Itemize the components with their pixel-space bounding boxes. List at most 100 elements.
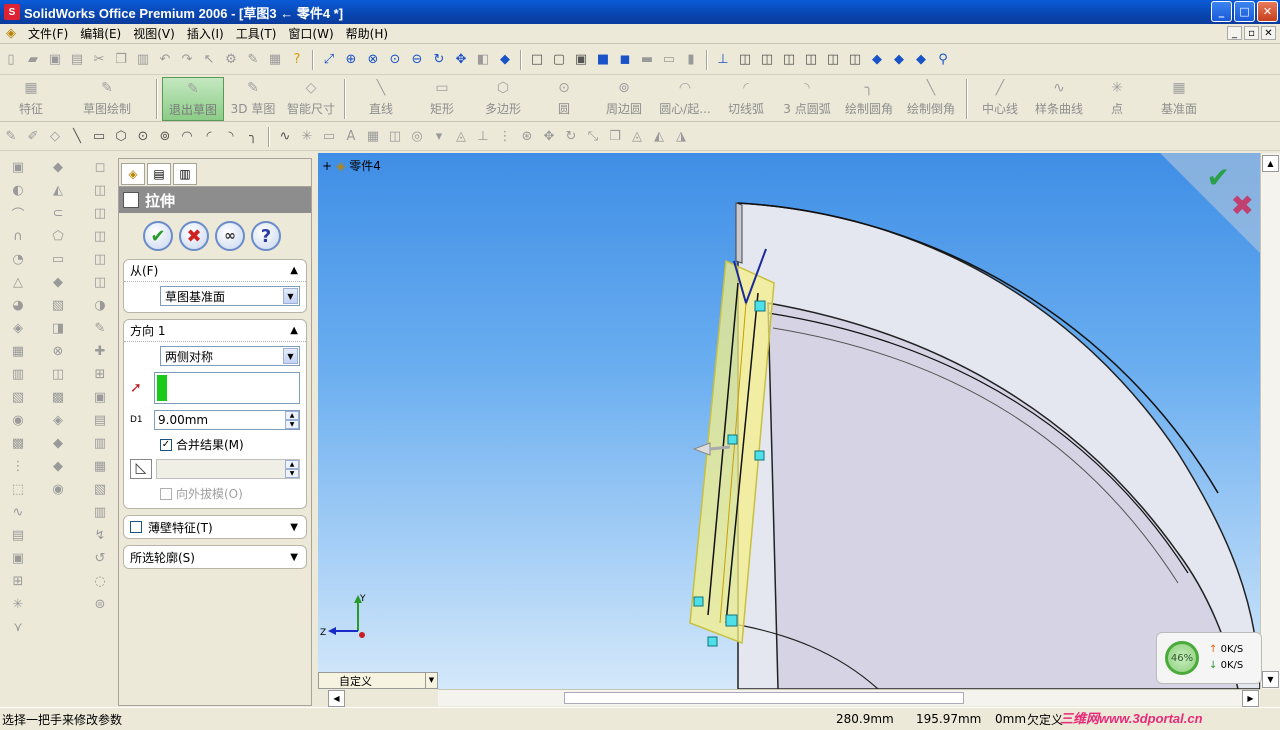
line-icon[interactable]: ╲ <box>68 128 86 146</box>
axis-tool-icon[interactable]: ◫ <box>91 182 109 200</box>
cut-extrude-icon[interactable]: ◆ <box>49 159 67 177</box>
exit-sketch-button[interactable]: ✎ 退出草图 <box>162 76 224 121</box>
split-icon[interactable]: ⊜ <box>91 596 109 614</box>
text-icon[interactable]: A <box>342 128 360 146</box>
zoom-area-icon[interactable]: ⊕ <box>342 51 360 69</box>
torus-icon[interactable]: ◑ <box>91 297 109 315</box>
curvature-icon[interactable]: ▧ <box>91 481 109 499</box>
tangent-arc-button[interactable]: ◜ 切线弧 <box>716 77 776 121</box>
circle-icon[interactable]: ⊙ <box>134 128 152 146</box>
3point-arc-icon[interactable]: ◝ <box>222 128 240 146</box>
tangent-arc-icon[interactable]: ◜ <box>200 128 218 146</box>
shaded-with-edges-icon[interactable]: ■ <box>594 51 612 69</box>
menu-insert[interactable]: 插入(I) <box>181 25 230 42</box>
perimeter-circle-icon[interactable]: ⊚ <box>156 128 174 146</box>
cancel-button[interactable]: ✖ <box>179 221 209 251</box>
doc-restore-button[interactable]: ▫ <box>1244 26 1259 40</box>
cylinder-icon[interactable]: ◫ <box>91 274 109 292</box>
scroll-right-icon[interactable]: ▶ <box>1242 690 1259 707</box>
draft-icon[interactable]: ▧ <box>9 389 27 407</box>
spline-button[interactable]: ∿ 样条曲线 <box>1028 77 1090 121</box>
scroll-up-icon[interactable]: ▲ <box>1262 155 1279 172</box>
cut-revolve-icon[interactable]: ◭ <box>49 182 67 200</box>
sketch-fillet-button[interactable]: ╮ 绘制圆角 <box>838 77 900 121</box>
mirror-icon[interactable]: ◫ <box>386 128 404 146</box>
zoom-in-out-icon[interactable]: ⊗ <box>364 51 382 69</box>
circle-button[interactable]: ⊙ 圆 <box>534 77 594 121</box>
menu-tools[interactable]: 工具(T) <box>230 25 283 42</box>
scale-icon[interactable]: ⤡ <box>584 128 602 146</box>
plane-tool-icon[interactable]: ◻ <box>91 159 109 177</box>
menu-view[interactable]: 视图(V) <box>127 25 181 42</box>
draft-analysis-icon[interactable]: ↯ <box>91 527 109 545</box>
doc-minimize-button[interactable]: _ <box>1227 26 1242 40</box>
body-move-icon[interactable]: ▩ <box>49 389 67 407</box>
open-file-icon[interactable]: ▰ <box>24 51 42 69</box>
rotate-icon[interactable]: ↻ <box>430 51 448 69</box>
fill-pattern-icon[interactable]: ◉ <box>49 481 67 499</box>
hidden-lines-visible-icon[interactable]: ▢ <box>550 51 568 69</box>
indent-icon[interactable]: ◨ <box>49 320 67 338</box>
graphics-viewport[interactable]: + ◈ 零件4 ✔ ✖ Y Z <box>318 153 1260 689</box>
sketch-tab[interactable]: ✎ 草图绘制 <box>62 77 152 121</box>
dimetric-icon[interactable]: ◆ <box>912 51 930 69</box>
sweep-icon[interactable]: ⌒ <box>9 205 27 223</box>
sketch-chamfer-button[interactable]: ╲ 绘制倒角 <box>900 77 962 121</box>
mass-properties-icon[interactable]: ▣ <box>91 389 109 407</box>
close-button[interactable]: ✕ <box>1257 1 1278 22</box>
maximize-button[interactable]: □ <box>1234 1 1255 22</box>
cut-icon[interactable]: ✂ <box>90 51 108 69</box>
paste-icon[interactable]: ▥ <box>134 51 152 69</box>
view-orientation-select[interactable]: 自定义 ▼ <box>318 672 438 689</box>
scroll-thumb[interactable] <box>564 692 964 704</box>
top-view-icon[interactable]: ◫ <box>824 51 842 69</box>
link-views-icon[interactable]: ⚲ <box>934 51 952 69</box>
view-icon[interactable]: ◧ <box>474 51 492 69</box>
3d-sketch-button[interactable]: ✎ 3D 草图 <box>224 77 282 121</box>
shaded-icon[interactable]: ◼ <box>616 51 634 69</box>
smart-dimension-button[interactable]: ◇ 智能尺寸 <box>282 77 340 121</box>
perimeter-circle-button[interactable]: ⊚ 周边圆 <box>594 77 654 121</box>
normal-to-icon[interactable]: ⊥ <box>714 51 732 69</box>
check-icon[interactable]: ▤ <box>91 412 109 430</box>
zoom-selection-icon[interactable]: ⊙ <box>386 51 404 69</box>
reference-geometry-icon[interactable]: ▤ <box>9 527 27 545</box>
trimetric-icon[interactable]: ◆ <box>890 51 908 69</box>
zebra-icon[interactable]: ▥ <box>91 504 109 522</box>
spline-icon[interactable]: ∿ <box>276 128 294 146</box>
parting-icon[interactable]: ◌ <box>91 573 109 591</box>
linear-pattern-icon[interactable]: ⋮ <box>496 128 514 146</box>
cube-icon[interactable]: ◫ <box>91 251 109 269</box>
menu-help[interactable]: 帮助(H) <box>340 25 394 42</box>
move-icon[interactable]: ✥ <box>540 128 558 146</box>
sheet-metal-icon[interactable]: ◈ <box>49 412 67 430</box>
sketch-icon[interactable]: ✎ <box>2 128 20 146</box>
measure-icon[interactable]: ⊞ <box>91 366 109 384</box>
help-button[interactable]: ? <box>251 221 281 251</box>
add-relation-icon[interactable]: ◭ <box>650 128 668 146</box>
solid-icon[interactable]: ◫ <box>49 366 67 384</box>
cut-sweep-icon[interactable]: ⊂ <box>49 205 67 223</box>
copy-entities-icon[interactable]: ❐ <box>606 128 624 146</box>
end-condition-select[interactable]: 两侧对称 ▼ <box>160 346 300 366</box>
undercut-icon[interactable]: ↺ <box>91 550 109 568</box>
front-view-icon[interactable]: ◫ <box>736 51 754 69</box>
perspective-icon[interactable]: ▮ <box>682 51 700 69</box>
draft-toggle-icon[interactable]: ◺ <box>130 459 152 479</box>
from-select[interactable]: 草图基准面 ▼ <box>160 286 300 306</box>
line-button[interactable]: ╲ 直线 <box>350 77 412 121</box>
hidden-lines-removed-icon[interactable]: ▣ <box>572 51 590 69</box>
fillet-icon[interactable]: ╮ <box>244 128 262 146</box>
vertical-scrollbar[interactable]: ▲ ▼ <box>1260 153 1280 689</box>
boundary-icon[interactable]: ◔ <box>9 251 27 269</box>
revolve-boss-icon[interactable]: ◐ <box>9 182 27 200</box>
trim-icon[interactable]: ▾ <box>430 128 448 146</box>
mirror-icon[interactable]: ⬚ <box>9 481 27 499</box>
constraint-icon[interactable]: ✚ <box>91 343 109 361</box>
menu-window[interactable]: 窗口(W) <box>282 25 339 42</box>
zoom-icon[interactable]: ⊖ <box>408 51 426 69</box>
wireframe-icon[interactable]: □ <box>528 51 546 69</box>
hole-icon[interactable]: ◉ <box>9 412 27 430</box>
display-relations-icon[interactable]: ◬ <box>628 128 646 146</box>
right-view-icon[interactable]: ◫ <box>802 51 820 69</box>
